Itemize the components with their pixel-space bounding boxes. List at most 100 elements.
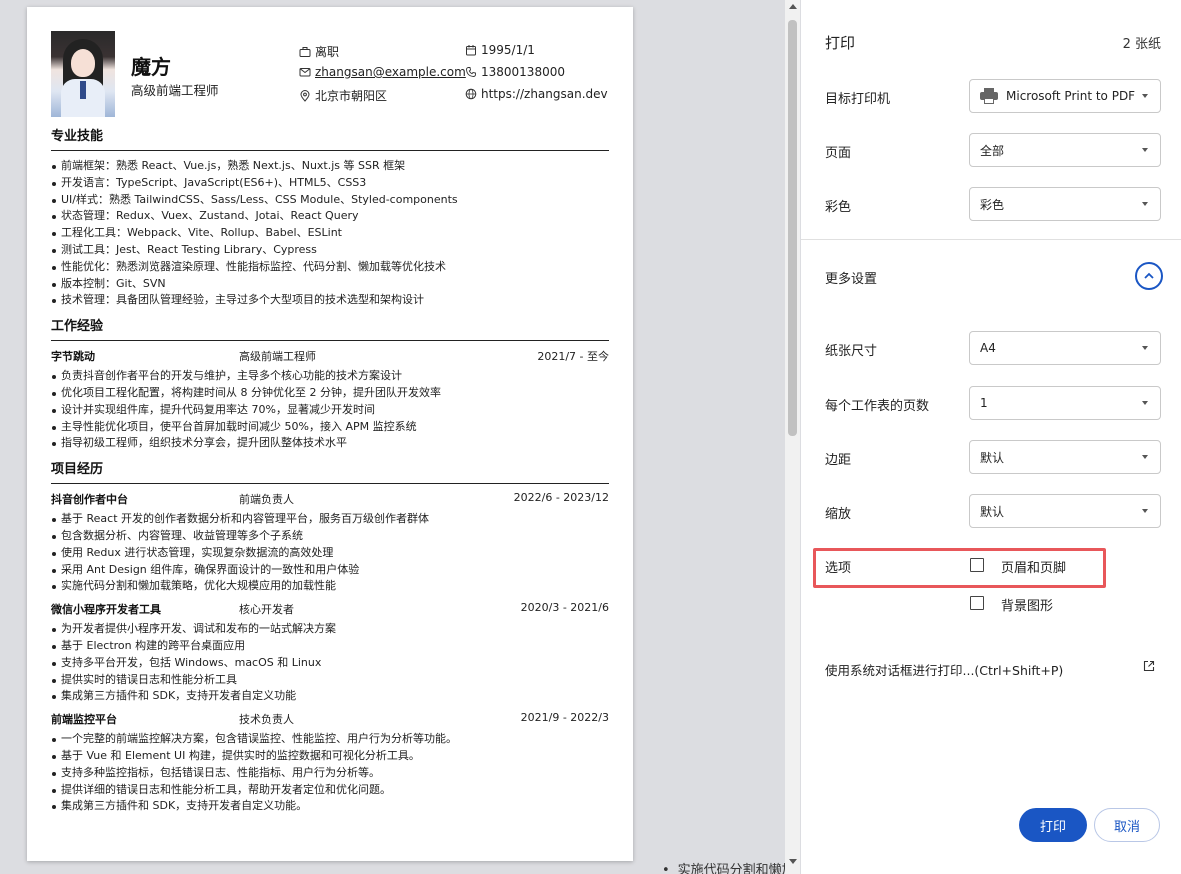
skills-heading: 专业技能 [51,125,609,151]
list-item: 状态管理：Redux、Vuex、Zustand、Jotai、React Quer… [51,208,609,225]
info-location: 北京市朝阳区 [299,87,387,104]
pages-label: 页面 [825,146,852,161]
scale-select[interactable]: 默认 [969,494,1161,528]
list-item: 优化项目工程化配置，将构建时间从 8 分钟优化至 2 分钟，提升团队开发效率 [51,385,609,402]
headers-footers-label[interactable]: 页眉和页脚 [1001,557,1066,576]
resume-header: 魔方 高级前端工程师 离职 1995/1/1 zhangsan@example.… [51,29,609,125]
experience-heading: 工作经验 [51,315,609,342]
entry-header: 前端监控平台 技术负责人 2021/9 - 2022/3 [51,711,609,727]
open-external-icon[interactable] [1143,660,1155,672]
preview-scrollbar[interactable] [785,0,800,874]
entry-header: 抖音创作者中台 前端负责人 2022/6 - 2023/12 [51,491,609,507]
paper-size-label: 纸张尺寸 [825,344,878,359]
resume-name: 魔方 [131,55,171,79]
entry-org: 前端监控平台 [51,713,117,727]
scroll-up-arrow-icon[interactable] [789,4,797,9]
system-dialog-link[interactable]: 使用系统对话框进行打印...(Ctrl+Shift+P) [825,660,1063,679]
print-button[interactable]: 打印 [1019,808,1087,842]
list-item: 包含数据分析、内容管理、收益管理等多个子系统 [51,528,609,545]
chevron-down-icon [1142,346,1148,350]
entry-date: 2021/7 - 至今 [537,350,609,364]
list-item: 性能优化：熟悉浏览器渲染原理、性能指标监控、代码分割、懒加载等优化技术 [51,259,609,276]
cancel-button[interactable]: 取消 [1094,808,1160,842]
list-item: 测试工具：Jest、React Testing Library、Cypress [51,242,609,259]
mail-icon [299,66,312,78]
list-item: UI/样式：熟悉 TailwindCSS、Sass/Less、CSS Modul… [51,192,609,209]
list-item: 工程化工具：Webpack、Vite、Rollup、Babel、ESLint [51,225,609,242]
chevron-down-icon [1142,202,1148,206]
entry-org: 微信小程序开发者工具 [51,603,161,617]
email-link[interactable]: zhangsan@example.com [315,65,466,79]
scrollbar-thumb[interactable] [788,20,797,436]
project-list: 为开发者提供小程序开发、调试和发布的一站式解决方案 基于 Electron 构建… [51,621,609,705]
pages-per-sheet-label: 每个工作表的页数 [825,399,930,414]
list-item: 实施代码分割和懒加载策略，优化大规模应用的加载性能 [51,578,609,595]
list-item: 提供实时的错误日志和性能分析工具 [51,672,609,689]
pages-select[interactable]: 全部 [969,133,1161,167]
briefcase-icon [299,46,312,58]
info-phone: 13800138000 [465,65,565,79]
entry-header: 微信小程序开发者工具 核心开发者 2020/3 - 2021/6 [51,601,609,617]
background-graphics-label[interactable]: 背景图形 [1001,595,1053,614]
chevron-down-icon [1142,94,1148,98]
calendar-icon [465,44,478,56]
list-item: 一个完整的前端监控解决方案，包含错误监控、性能监控、用户行为分析等功能。 [51,731,609,748]
entry-org: 抖音创作者中台 [51,493,128,507]
scroll-down-arrow-icon[interactable] [789,859,797,864]
entry-date: 2020/3 - 2021/6 [520,601,609,615]
info-website: https://zhangsan.dev [465,87,608,101]
scale-label: 缩放 [825,507,852,522]
resume-title: 高级前端工程师 [131,83,219,98]
entry-date: 2021/9 - 2022/3 [520,711,609,725]
entry-role: 技术负责人 [239,713,294,727]
print-dialog-title: 打印 [825,34,856,52]
destination-select[interactable]: Microsoft Print to PDF [969,79,1161,113]
next-page-peek-text: 实施代码分割和懒加载策略，优化大规模应用的加载性能 [662,859,785,874]
margins-label: 边距 [825,453,852,468]
project-list: 基于 React 开发的创作者数据分析和内容管理平台，服务百万级创作者群体 包含… [51,511,609,595]
chevron-down-icon [1142,148,1148,152]
list-item: 提供详细的错误日志和性能分析工具，帮助开发者定位和优化问题。 [51,782,609,799]
entry-date: 2022/6 - 2023/12 [513,491,609,505]
pages-per-sheet-select[interactable]: 1 [969,386,1161,420]
info-email: zhangsan@example.com [299,65,466,79]
list-item: 前端框架：熟悉 React、Vue.js，熟悉 Next.js、Nuxt.js … [51,158,609,175]
panel-divider [801,239,1181,240]
globe-icon [465,88,478,100]
list-item: 负责抖音创作者平台的开发与维护，主导多个核心功能的技术方案设计 [51,368,609,385]
destination-label: 目标打印机 [825,92,891,107]
print-settings-panel: 打印 2 张纸 目标打印机 Microsoft Print to PDF 页面 … [801,0,1181,874]
list-item: 集成第三方插件和 SDK，支持开发者自定义功能。 [51,798,609,815]
printer-icon [980,88,998,104]
chevron-down-icon [1142,401,1148,405]
list-item: 主导性能优化项目，使平台首屏加载时间减少 50%，接入 APM 监控系统 [51,419,609,436]
resume-page: 魔方 高级前端工程师 离职 1995/1/1 zhangsan@example.… [27,7,633,861]
list-item: 基于 React 开发的创作者数据分析和内容管理平台，服务百万级创作者群体 [51,511,609,528]
list-item: 为开发者提供小程序开发、调试和发布的一站式解决方案 [51,621,609,638]
paper-size-select[interactable]: A4 [969,331,1161,365]
list-item: 支持多平台开发，包括 Windows、macOS 和 Linux [51,655,609,672]
experience-list: 负责抖音创作者平台的开发与维护，主导多个核心功能的技术方案设计 优化项目工程化配… [51,368,609,452]
headers-footers-checkbox[interactable] [970,558,984,572]
color-label: 彩色 [825,200,852,215]
background-graphics-checkbox[interactable] [970,596,984,610]
more-settings-toggle[interactable] [1135,262,1163,290]
chevron-up-icon [1144,272,1154,279]
print-preview-area: 魔方 高级前端工程师 离职 1995/1/1 zhangsan@example.… [0,0,785,874]
list-item: 基于 Vue 和 Element UI 构建，提供实时的监控数据和可视化分析工具… [51,748,609,765]
entry-role: 前端负责人 [239,493,294,507]
skills-list: 前端框架：熟悉 React、Vue.js，熟悉 Next.js、Nuxt.js … [51,158,609,309]
list-item: 开发语言：TypeScript、JavaScript(ES6+)、HTML5、C… [51,175,609,192]
project-list: 一个完整的前端监控解决方案，包含错误监控、性能监控、用户行为分析等功能。 基于 … [51,731,609,815]
info-status: 离职 [299,43,339,60]
list-item: 基于 Electron 构建的跨平台桌面应用 [51,638,609,655]
options-label: 选项 [825,561,852,576]
margins-select[interactable]: 默认 [969,440,1161,474]
color-select[interactable]: 彩色 [969,187,1161,221]
list-item: 指导初级工程师，组织技术分享会，提升团队整体技术水平 [51,435,609,452]
entry-header: 字节跳动 高级前端工程师 2021/7 - 至今 [51,348,609,364]
profile-photo [51,31,115,117]
more-settings-label[interactable]: 更多设置 [825,268,877,287]
info-birthday: 1995/1/1 [465,43,535,57]
entry-org: 字节跳动 [51,350,95,364]
